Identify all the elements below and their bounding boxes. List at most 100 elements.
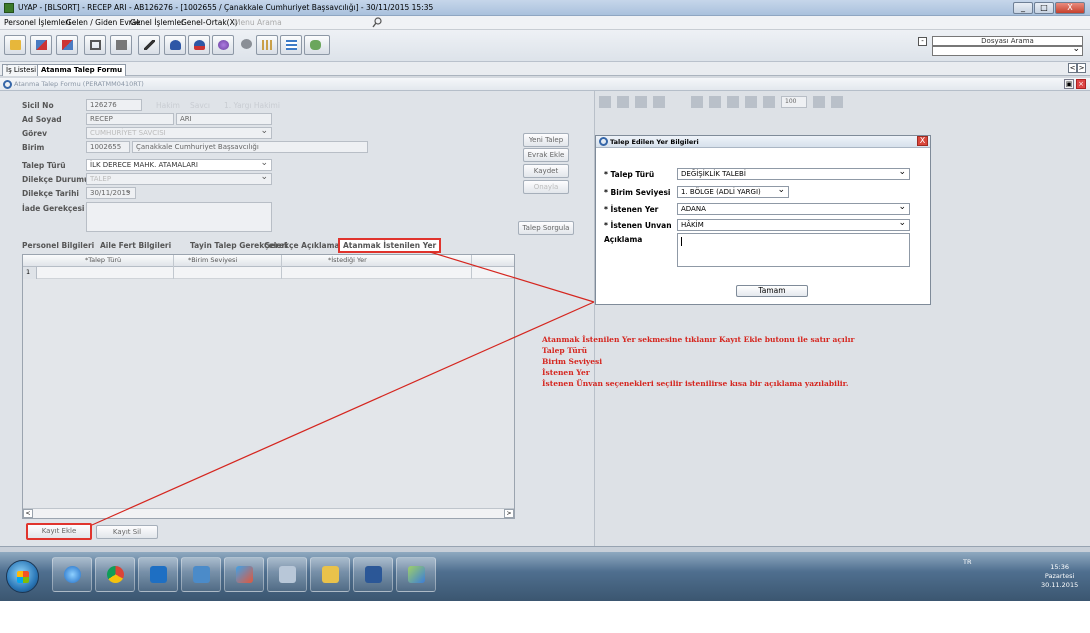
- chevron-down-icon: ⌄: [260, 127, 268, 136]
- folder-button[interactable]: [4, 35, 26, 55]
- form-close-icon[interactable]: ×: [1076, 79, 1086, 89]
- reject-button[interactable]: [56, 35, 78, 55]
- iade-gerekcesi-field[interactable]: [86, 202, 272, 232]
- gorev-label: Görev: [22, 129, 47, 138]
- grid-horizontal-scrollbar[interactable]: < >: [23, 508, 514, 518]
- dilekce-durumu-select[interactable]: TALEP ⌄: [86, 173, 272, 185]
- subtab-gerekce-aciklamasi[interactable]: Gerekçe Açıklaması: [264, 241, 347, 250]
- table-row[interactable]: [23, 267, 514, 279]
- folder-icon[interactable]: [599, 96, 611, 108]
- ad-field[interactable]: RECEP: [86, 113, 174, 125]
- send-icon: [36, 40, 47, 50]
- restore-icon[interactable]: ▣: [1064, 79, 1074, 89]
- birim-adi-field[interactable]: Çanakkale Cumhuriyet Başsavcılığı: [132, 141, 368, 153]
- column-talep-turu[interactable]: *Talep Türü: [85, 256, 121, 264]
- clock[interactable]: 15:36 Pazartesi 30.11.2015: [1041, 563, 1078, 590]
- taskbar-calculator[interactable]: [267, 557, 307, 592]
- taskbar-paint-brush[interactable]: [396, 557, 436, 592]
- people-button[interactable]: [304, 35, 330, 55]
- column-birim-seviyesi[interactable]: *Birim Seviyesi: [188, 256, 237, 264]
- evrak-ekle-button[interactable]: Evrak Ekle: [523, 148, 569, 162]
- refresh-icon[interactable]: [727, 96, 739, 108]
- dialog-istenen-yer-select[interactable]: ADANA ⌄: [677, 202, 910, 215]
- birim-kodu-field[interactable]: 1002655: [86, 141, 130, 153]
- pen-button[interactable]: [138, 35, 160, 55]
- scroll-left-icon[interactable]: <: [23, 509, 33, 518]
- subtab-atanmak-istenilen-yer[interactable]: Atanmak İstenilen Yer: [338, 238, 442, 253]
- copy-button[interactable]: [84, 35, 106, 55]
- send-button[interactable]: [30, 35, 52, 55]
- close-button[interactable]: X: [1055, 2, 1085, 14]
- search-icon[interactable]: [372, 17, 382, 28]
- sicil-no-field[interactable]: 126276: [86, 99, 142, 111]
- taskbar-outlook[interactable]: [138, 557, 178, 592]
- subtab-aile-fert-bilgileri[interactable]: Aile Fert Bilgileri: [100, 241, 171, 250]
- dialog-talep-turu-select[interactable]: DEĞİŞİKLİK TALEBİ ⌄: [677, 167, 910, 180]
- column-istedigi-yer[interactable]: *İstediği Yer: [328, 256, 367, 264]
- maximize-button[interactable]: □: [1034, 2, 1054, 14]
- print-icon[interactable]: [813, 96, 825, 108]
- start-button[interactable]: [6, 560, 39, 593]
- kayit-sil-button[interactable]: Kayıt Sil: [96, 525, 158, 539]
- kayit-ekle-button[interactable]: Kayıt Ekle: [26, 523, 92, 540]
- dossier-checkbox[interactable]: -: [918, 37, 927, 46]
- dialog-istenen-unvan-select[interactable]: HÂKİM ⌄: [677, 218, 910, 231]
- taskbar-internet-explorer[interactable]: [52, 557, 92, 592]
- user-remove-button[interactable]: [188, 35, 210, 55]
- previous-page-icon[interactable]: [653, 96, 665, 108]
- talep-turu-select[interactable]: İLK DERECE MAHK. ATAMALARI ⌄: [86, 159, 272, 171]
- row-number: 1: [23, 267, 37, 279]
- gorev-select[interactable]: CUMHURİYET SAVCISI ⌄: [86, 127, 272, 139]
- talep-sorgula-button[interactable]: Talep Sorgula: [518, 221, 574, 235]
- taskbar-network[interactable]: [181, 557, 221, 592]
- globe-button[interactable]: [212, 35, 234, 55]
- dilekce-durumu-label: Dilekçe Durumu: [22, 175, 90, 184]
- dialog-aciklama-label: Açıklama: [604, 235, 643, 244]
- delete-button[interactable]: [110, 35, 132, 55]
- grid-button[interactable]: [280, 35, 302, 55]
- kaydet-button[interactable]: Kaydet: [523, 164, 569, 178]
- zoom-icon[interactable]: [763, 96, 775, 108]
- talep-turu-value: İLK DERECE MAHK. ATAMALARI: [90, 161, 198, 169]
- last-page-icon[interactable]: [709, 96, 721, 108]
- dialog-close-button[interactable]: X: [917, 136, 928, 146]
- tamam-button[interactable]: Tamam: [736, 285, 808, 297]
- status-button[interactable]: [236, 35, 258, 55]
- fit-icon[interactable]: [745, 96, 757, 108]
- zoom-level-field[interactable]: 100: [781, 96, 807, 108]
- user-icon[interactable]: [831, 96, 843, 108]
- user-add-button[interactable]: [164, 35, 186, 55]
- menu-personel-islemleri[interactable]: Personel İşlemleri: [4, 18, 70, 27]
- tab-is-listesi[interactable]: İş Listesi: [2, 64, 41, 76]
- taskbar-paint[interactable]: [224, 557, 264, 592]
- yeni-talep-button[interactable]: Yeni Talep: [523, 133, 569, 147]
- taskbar-word[interactable]: [353, 557, 393, 592]
- next-page-icon[interactable]: [691, 96, 703, 108]
- first-page-icon[interactable]: [635, 96, 647, 108]
- dialog-birim-seviyesi-select[interactable]: 1. BÖLGE (ADLİ YARGI) ⌄: [677, 185, 789, 198]
- onayla-button[interactable]: Onayla: [523, 180, 569, 194]
- tab-atanma-talep-formu[interactable]: Atanma Talep Formu: [37, 64, 127, 76]
- tab-next-button[interactable]: >: [1077, 63, 1086, 73]
- hash-button[interactable]: [256, 35, 278, 55]
- word-icon: [365, 566, 382, 583]
- menu-genel-islemler[interactable]: Genel İşlemler: [130, 18, 184, 27]
- subtab-personel-bilgileri[interactable]: Personel Bilgileri: [22, 241, 94, 250]
- calendar-dropdown-icon: ⌄: [124, 187, 132, 196]
- dialog-aciklama-textarea[interactable]: [677, 233, 910, 267]
- language-indicator[interactable]: TR: [963, 558, 972, 566]
- column-divider: [173, 255, 174, 279]
- tab-prev-button[interactable]: <: [1068, 63, 1077, 73]
- explorer-icon: [322, 566, 339, 583]
- dossier-search-select[interactable]: [932, 44, 1083, 56]
- minimize-button[interactable]: _: [1013, 2, 1033, 14]
- chevron-down-icon: ⌄: [898, 218, 906, 228]
- dilekce-tarihi-field[interactable]: 30/11/2015 ⌄: [86, 187, 136, 199]
- taskbar-chrome[interactable]: [95, 557, 135, 592]
- scroll-right-icon[interactable]: >: [504, 509, 514, 518]
- save-icon[interactable]: [617, 96, 629, 108]
- soyad-field[interactable]: ARI: [176, 113, 272, 125]
- menu-genel-ortak[interactable]: Genel-Ortak(X): [181, 18, 238, 27]
- taskbar-explorer[interactable]: [310, 557, 350, 592]
- menu-search-input[interactable]: Menu Arama: [231, 17, 371, 28]
